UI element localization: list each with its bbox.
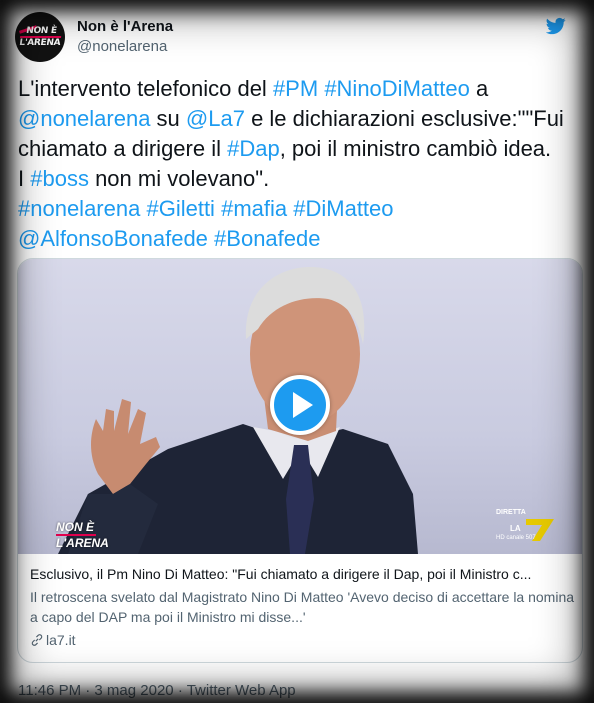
tweet-link[interactable]: #nonelarena bbox=[18, 196, 140, 221]
link-card[interactable]: NON È L'ARENA DIRETTA LA HD canale 507 E… bbox=[17, 258, 583, 663]
show-logo-line2: L'ARENA bbox=[56, 536, 109, 550]
tweet-link[interactable]: #PM bbox=[273, 76, 318, 101]
card-domain-text: la7.it bbox=[46, 632, 76, 648]
link-icon bbox=[31, 634, 43, 646]
tweet-link[interactable]: @nonelarena bbox=[18, 106, 150, 131]
tweet-link[interactable]: @AlfonsoBonafede bbox=[18, 226, 208, 251]
video-thumbnail[interactable]: NON È L'ARENA DIRETTA LA HD canale 507 bbox=[18, 259, 582, 554]
tweet-link[interactable]: #DiMatteo bbox=[293, 196, 393, 221]
card-domain[interactable]: la7.it bbox=[30, 630, 575, 650]
tweet-text-segment: a bbox=[475, 76, 489, 101]
tweet-text-segment: L'intervento telefonico del bbox=[18, 76, 273, 101]
twitter-bird-icon[interactable] bbox=[546, 16, 566, 36]
author-display-name[interactable]: Non è l'Arena bbox=[77, 17, 173, 37]
tweet-text: L'intervento telefonico del #PM #NinoDiM… bbox=[18, 74, 588, 254]
tweet-link[interactable]: @La7 bbox=[186, 106, 245, 131]
avatar-logo-line1: NON È bbox=[24, 25, 57, 36]
tweet-header: NON È L'ARENA Non è l'Arena @nonelarena bbox=[15, 12, 582, 62]
show-logo-overlay: NON È L'ARENA bbox=[56, 521, 109, 549]
tweet-timestamp[interactable]: 11:46 PM · 3 mag 2020 · Twitter Web App bbox=[18, 681, 296, 701]
la7-channel-bug: DIRETTA LA HD canale 507 bbox=[496, 509, 556, 543]
show-logo-line1: NON È bbox=[56, 520, 95, 534]
tweet-link[interactable]: #Bonafede bbox=[214, 226, 320, 251]
card-text: Esclusivo, il Pm Nino Di Matteo: "Fui ch… bbox=[30, 564, 575, 650]
avatar-logo-line2: L'ARENA bbox=[18, 35, 61, 48]
tweet-link[interactable]: #Dap bbox=[227, 136, 280, 161]
avatar-logo: NON È L'ARENA bbox=[18, 25, 62, 48]
la7-canale-label: HD canale 507 bbox=[496, 535, 536, 541]
avatar[interactable]: NON È L'ARENA bbox=[15, 12, 65, 62]
tweet-link[interactable]: #Giletti bbox=[146, 196, 214, 221]
card-title[interactable]: Esclusivo, il Pm Nino Di Matteo: "Fui ch… bbox=[30, 564, 575, 584]
tweet-text-segment: non mi volevano". bbox=[95, 166, 270, 191]
author-names: Non è l'Arena @nonelarena bbox=[77, 17, 173, 57]
author-handle[interactable]: @nonelarena bbox=[77, 37, 173, 57]
play-button[interactable] bbox=[270, 375, 330, 435]
tweet-text-segment: su bbox=[150, 106, 186, 131]
tweet-link[interactable]: #boss bbox=[30, 166, 89, 191]
tweet-link[interactable]: #NinoDiMatteo bbox=[324, 76, 470, 101]
card-description: Il retroscena svelato dal Magistrato Nin… bbox=[30, 589, 575, 625]
tweet-link[interactable]: #mafia bbox=[221, 196, 287, 221]
play-icon bbox=[292, 392, 313, 418]
svg-text:LA: LA bbox=[510, 524, 521, 533]
